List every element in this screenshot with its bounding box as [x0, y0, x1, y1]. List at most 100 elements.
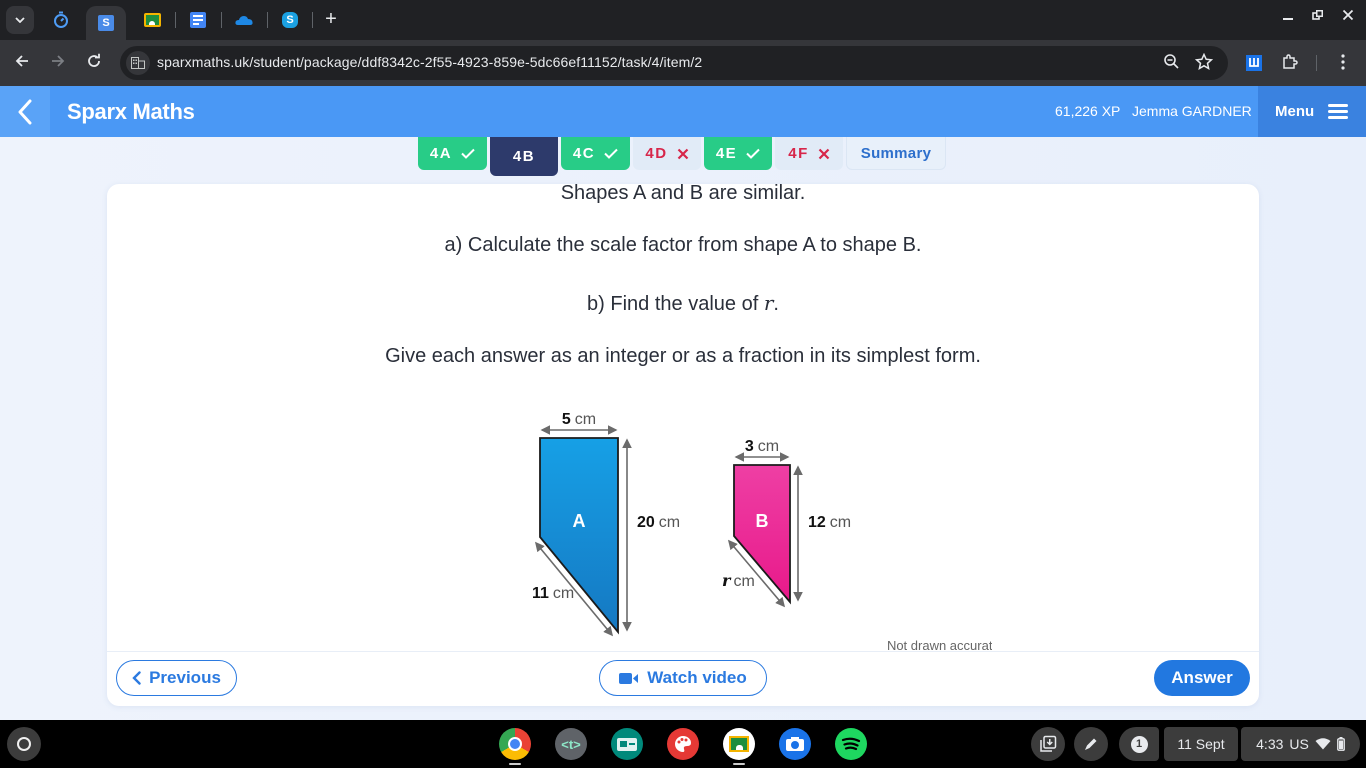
- chevron-down-icon: [15, 17, 25, 23]
- site-info-button[interactable]: [126, 51, 150, 75]
- extension-app-icon: [1249, 58, 1259, 67]
- zoom-out-icon: [1164, 54, 1179, 69]
- minimize-icon: [1283, 18, 1293, 20]
- user-name[interactable]: Jemma GARDNER: [1132, 103, 1252, 119]
- tab-summary[interactable]: Summary: [846, 137, 946, 170]
- tab-label: Summary: [860, 144, 932, 162]
- site-info-icon: [131, 57, 145, 69]
- google-docs-icon: [190, 12, 206, 28]
- previous-button[interactable]: Previous: [116, 660, 237, 696]
- task-tabs: 4A 4B 4C 4D 4E 4F Summary: [418, 137, 946, 177]
- shelf-app-camera[interactable]: [779, 728, 811, 760]
- date-button[interactable]: 11 Sept: [1164, 727, 1238, 761]
- bookmark-button[interactable]: [1194, 52, 1214, 76]
- question-part-a: a) Calculate the scale factor from shape…: [444, 234, 922, 256]
- tab-label: 4F: [788, 145, 809, 162]
- tab-4f[interactable]: 4F: [775, 137, 843, 170]
- spotify-icon: [841, 737, 861, 751]
- tab-sparx[interactable]: S: [86, 6, 126, 40]
- address-bar[interactable]: sparxmaths.uk/student/package/ddf8342c-2…: [120, 46, 1228, 80]
- tab-search-button[interactable]: [6, 6, 34, 34]
- reload-button[interactable]: [82, 51, 106, 75]
- extensions-menu-button[interactable]: [1281, 53, 1299, 71]
- tab-4e[interactable]: 4E: [704, 137, 772, 170]
- tab-divider: [267, 12, 268, 28]
- browser-toolbar: sparxmaths.uk/student/package/ddf8342c-2…: [0, 40, 1366, 86]
- status-area-button[interactable]: 4:33 US: [1241, 727, 1360, 761]
- shelf-app-google-classroom[interactable]: [723, 728, 755, 760]
- reader-card-icon: [617, 737, 637, 751]
- tab-label: 4C: [572, 145, 596, 162]
- question-instruction: Give each answer as an integer or as a f…: [385, 345, 981, 367]
- browser-menu-button[interactable]: [1336, 53, 1350, 71]
- skype-icon: S: [282, 12, 298, 28]
- notifications-button[interactable]: 1: [1119, 727, 1159, 761]
- arrow-right-icon: [52, 55, 65, 67]
- app-title: Sparx Maths: [67, 99, 195, 124]
- onedrive-cloud-icon: [235, 15, 253, 25]
- launcher-button[interactable]: [7, 727, 41, 761]
- shape-a-polygon: [539, 437, 619, 635]
- time-text: 4:33: [1256, 736, 1284, 752]
- shelf-app-slides-reader[interactable]: [611, 728, 643, 760]
- check-icon: [746, 148, 760, 159]
- tab-label: 4E: [715, 145, 738, 162]
- shelf-app-paint[interactable]: [667, 728, 699, 760]
- battery-icon: [1336, 737, 1345, 751]
- pen-icon: [1085, 738, 1097, 750]
- forward-button[interactable]: [46, 51, 70, 75]
- tab-divider: [312, 12, 313, 28]
- close-window-button[interactable]: [1338, 8, 1358, 24]
- holding-space-button[interactable]: [1031, 727, 1065, 761]
- minimize-button[interactable]: [1278, 8, 1298, 24]
- camera-icon: [786, 737, 804, 751]
- extension-button[interactable]: [1246, 55, 1262, 71]
- stylus-tools-button[interactable]: [1074, 727, 1108, 761]
- tab-skype[interactable]: S: [274, 0, 306, 40]
- shape-b-top-length: 3 cm: [745, 438, 779, 455]
- shape-b-side-length: 12 cm: [808, 514, 851, 531]
- tab-4c[interactable]: 4C: [561, 137, 630, 170]
- tab-4a[interactable]: 4A: [418, 137, 487, 170]
- tab-4d[interactable]: 4D: [633, 137, 701, 170]
- shelf-app-chrome[interactable]: [499, 728, 531, 760]
- shape-b-label: B: [756, 511, 769, 531]
- answer-button[interactable]: Answer: [1154, 660, 1250, 696]
- restore-button[interactable]: [1308, 8, 1328, 24]
- tab-4b[interactable]: 4B: [490, 137, 558, 176]
- star-icon: [1194, 52, 1214, 71]
- browser-tabstrip: S S +: [0, 0, 1366, 40]
- menu-button[interactable]: Menu: [1258, 86, 1366, 137]
- zoom-button[interactable]: [1163, 53, 1181, 76]
- watch-video-button[interactable]: Watch video: [599, 660, 767, 696]
- shelf-app-text-editor[interactable]: <t>: [555, 728, 587, 760]
- text-editor-icon: <t>: [561, 736, 581, 752]
- wifi-icon: [1315, 738, 1331, 750]
- app-back-button[interactable]: [0, 86, 50, 137]
- sparx-s-icon: S: [98, 15, 114, 31]
- more-vertical-icon: [1341, 54, 1345, 70]
- cross-icon: [677, 148, 688, 159]
- new-tab-button[interactable]: +: [320, 8, 342, 30]
- toolbar-divider: [1316, 55, 1317, 71]
- card-footer-divider: [107, 651, 1259, 652]
- back-button[interactable]: [10, 51, 34, 75]
- tab-docs[interactable]: [182, 0, 214, 40]
- app-running-indicator: [733, 763, 745, 765]
- shape-a: A 5 cm 20 cm 11 cm: [532, 411, 680, 637]
- url-text[interactable]: sparxmaths.uk/student/package/ddf8342c-2…: [157, 54, 702, 70]
- shape-b-slant-length: r cm: [722, 571, 755, 590]
- stopwatch-icon: [54, 11, 68, 28]
- hamburger-icon: [1328, 101, 1349, 122]
- shape-a-side-length: 20 cm: [637, 514, 680, 531]
- shelf-app-spotify[interactable]: [835, 728, 867, 760]
- check-icon: [461, 148, 475, 159]
- tab-divider: [175, 12, 176, 28]
- part-b-prefix: b) Find the value of: [587, 293, 764, 315]
- chevron-left-icon: [18, 99, 32, 124]
- restore-icon: [1312, 10, 1323, 20]
- tab-timer[interactable]: [44, 0, 78, 40]
- app-header: Sparx Maths 61,226 XP Jemma GARDNER Menu: [0, 86, 1366, 137]
- tab-onedrive[interactable]: [228, 0, 260, 40]
- tab-classroom[interactable]: [136, 0, 168, 40]
